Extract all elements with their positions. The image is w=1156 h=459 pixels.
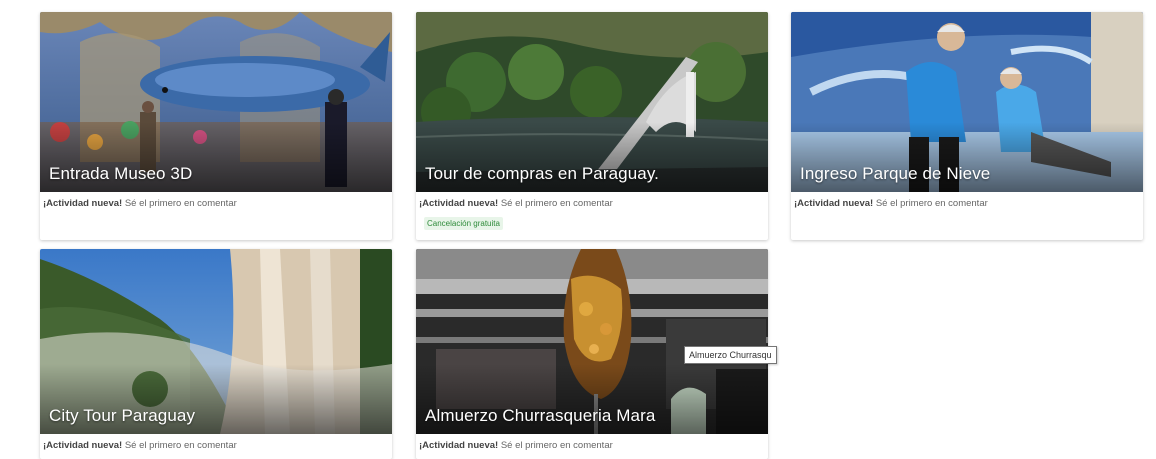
card-meta: ¡Actividad nueva! Sé el primero en comen… xyxy=(40,434,392,451)
card-image[interactable]: City Tour Paraguay xyxy=(40,249,392,434)
card-title[interactable]: City Tour Paraguay xyxy=(49,406,195,426)
card-meta: ¡Actividad nueva! Sé el primero en comen… xyxy=(40,192,392,209)
card-meta: ¡Actividad nueva! Sé el primero en comen… xyxy=(416,434,768,451)
comment-prompt: Sé el primero en comentar xyxy=(122,440,237,451)
activity-card[interactable]: City Tour Paraguay ¡Actividad nueva! Sé … xyxy=(40,249,392,459)
comment-prompt: Sé el primero en comentar xyxy=(873,198,988,209)
card-image[interactable]: Ingreso Parque de Nieve xyxy=(791,12,1143,192)
comment-prompt: Sé el primero en comentar xyxy=(498,440,613,451)
card-meta: ¡Actividad nueva! Sé el primero en comen… xyxy=(791,192,1143,209)
title-tooltip: Almuerzo Churrasqu xyxy=(684,346,777,364)
activity-card[interactable]: Entrada Museo 3D ¡Actividad nueva! Sé el… xyxy=(40,12,392,240)
new-activity-label: ¡Actividad nueva! xyxy=(794,198,874,209)
card-image[interactable]: Entrada Museo 3D xyxy=(40,12,392,192)
card-title[interactable]: Ingreso Parque de Nieve xyxy=(800,164,990,184)
free-cancellation-badge: Cancelación gratuita xyxy=(424,217,503,230)
card-meta: ¡Actividad nueva! Sé el primero en comen… xyxy=(416,192,768,209)
card-image[interactable]: Almuerzo Churrasqueria Mara xyxy=(416,249,768,434)
activity-card[interactable]: Tour de compras en Paraguay. ¡Actividad … xyxy=(416,12,768,240)
new-activity-label: ¡Actividad nueva! xyxy=(43,440,123,451)
comment-prompt: Sé el primero en comentar xyxy=(498,198,613,209)
new-activity-label: ¡Actividad nueva! xyxy=(43,198,123,209)
card-title[interactable]: Tour de compras en Paraguay. xyxy=(425,164,659,184)
card-title[interactable]: Entrada Museo 3D xyxy=(49,164,192,184)
card-title[interactable]: Almuerzo Churrasqueria Mara xyxy=(425,406,655,426)
comment-prompt: Sé el primero en comentar xyxy=(122,198,237,209)
card-image[interactable]: Tour de compras en Paraguay. xyxy=(416,12,768,192)
activity-card[interactable]: Ingreso Parque de Nieve ¡Actividad nueva… xyxy=(791,12,1143,240)
new-activity-label: ¡Actividad nueva! xyxy=(419,198,499,209)
new-activity-label: ¡Actividad nueva! xyxy=(419,440,499,451)
